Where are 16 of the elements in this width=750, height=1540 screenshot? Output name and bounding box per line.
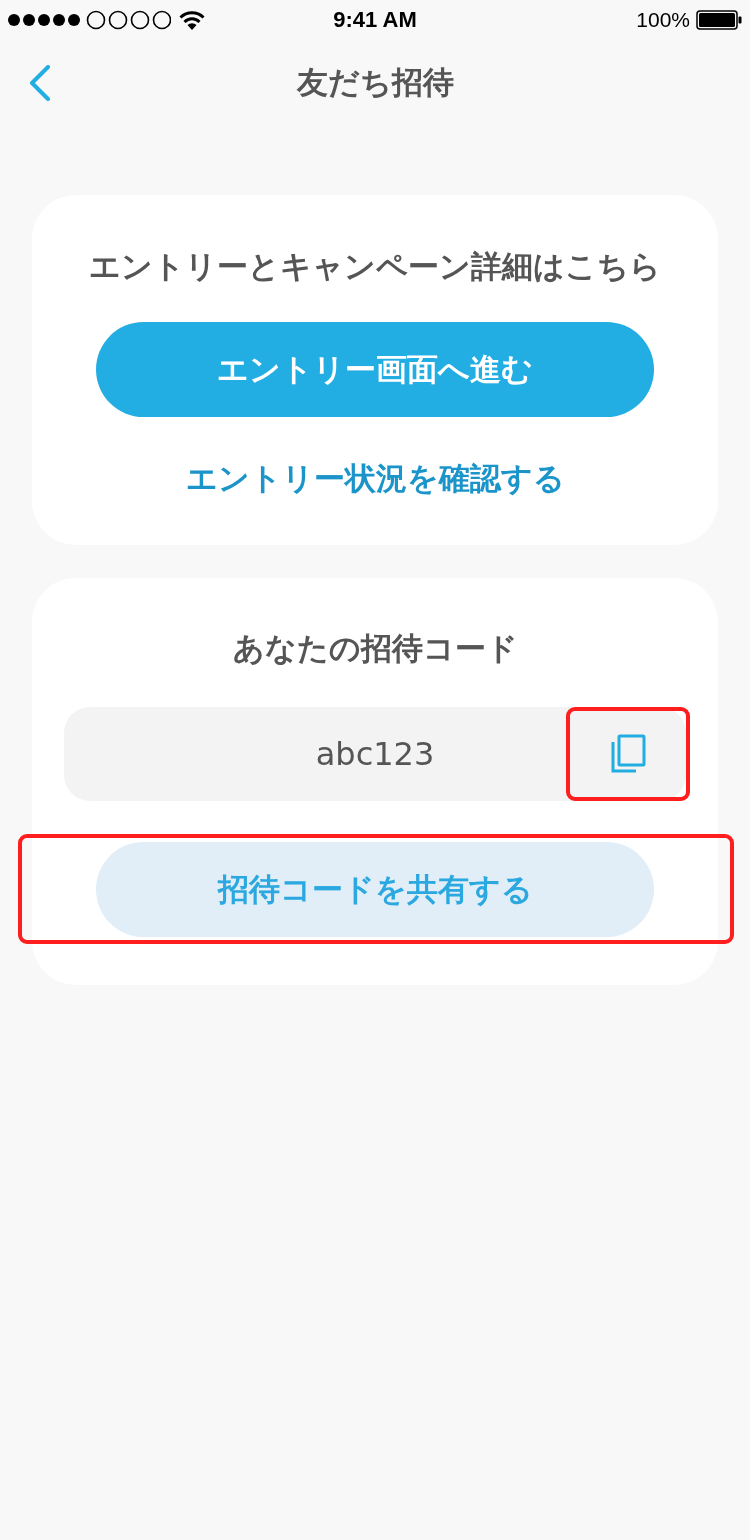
screen-title: 友だち招待 <box>295 63 455 102</box>
signal-icon <box>8 10 171 30</box>
entry-status-link[interactable]: エントリー状況を確認する <box>185 458 565 498</box>
battery-percent: 100% <box>636 8 690 32</box>
share-button[interactable]: 招待コードを共有する <box>96 842 654 937</box>
invite-code-label: あなたの招待コード <box>232 629 518 668</box>
copy-icon <box>610 734 646 774</box>
copy-button[interactable] <box>566 707 690 801</box>
entry-heading: エントリーとキャンペーン詳細はこちら <box>89 247 661 286</box>
wifi-icon <box>179 10 205 30</box>
invite-code: abc123 <box>315 735 435 773</box>
back-button[interactable] <box>28 64 52 102</box>
battery-icon <box>696 10 742 30</box>
entry-button[interactable]: エントリー画面へ進む <box>96 322 654 417</box>
back-icon <box>29 65 51 101</box>
status-time: 9:41 AM <box>333 7 417 33</box>
